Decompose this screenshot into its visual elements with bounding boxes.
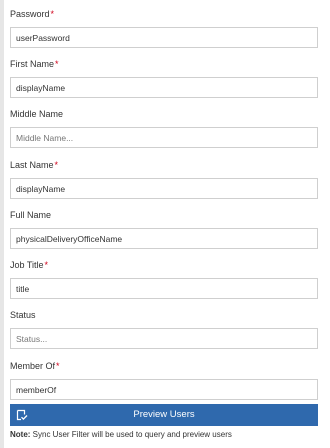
member-of-input[interactable] bbox=[10, 379, 318, 400]
password-label: Password* bbox=[10, 9, 55, 19]
field-first-name: First Name* bbox=[10, 59, 318, 98]
full-name-input[interactable] bbox=[10, 228, 318, 249]
required-marker: * bbox=[54, 160, 59, 170]
panel-left-edge bbox=[0, 0, 4, 448]
user-attribute-mapping-panel: Password* First Name* Middle Name Last N… bbox=[0, 0, 330, 448]
preview-users-icon bbox=[16, 409, 28, 421]
status-label: Status bbox=[10, 310, 36, 320]
middle-name-label: Middle Name bbox=[10, 109, 64, 119]
member-of-label: Member Of* bbox=[10, 361, 60, 371]
first-name-input[interactable] bbox=[10, 77, 318, 98]
job-title-input[interactable] bbox=[10, 278, 318, 299]
password-input[interactable] bbox=[10, 27, 318, 48]
required-marker: * bbox=[44, 260, 49, 270]
middle-name-input[interactable] bbox=[10, 127, 318, 148]
field-middle-name: Middle Name bbox=[10, 109, 318, 148]
last-name-label: Last Name* bbox=[10, 160, 59, 170]
required-marker: * bbox=[50, 9, 55, 19]
required-marker: * bbox=[56, 361, 60, 371]
field-password: Password* bbox=[10, 9, 318, 48]
preview-users-button[interactable]: Preview Users bbox=[10, 404, 318, 426]
sync-filter-note: Note: Sync User Filter will be used to q… bbox=[10, 430, 232, 440]
last-name-input[interactable] bbox=[10, 178, 318, 199]
field-member-of: Member Of* bbox=[10, 361, 318, 400]
note-prefix: Note: bbox=[10, 430, 31, 439]
field-full-name: Full Name bbox=[10, 210, 318, 249]
full-name-label: Full Name bbox=[10, 210, 52, 220]
field-job-title: Job Title* bbox=[10, 260, 318, 299]
field-last-name: Last Name* bbox=[10, 160, 318, 199]
first-name-label: First Name* bbox=[10, 59, 59, 69]
job-title-label: Job Title* bbox=[10, 260, 49, 270]
required-marker: * bbox=[55, 59, 59, 69]
field-status: Status bbox=[10, 310, 318, 349]
status-input[interactable] bbox=[10, 328, 318, 349]
preview-users-label: Preview Users bbox=[133, 409, 195, 420]
note-text: Sync User Filter will be used to query a… bbox=[30, 430, 232, 439]
